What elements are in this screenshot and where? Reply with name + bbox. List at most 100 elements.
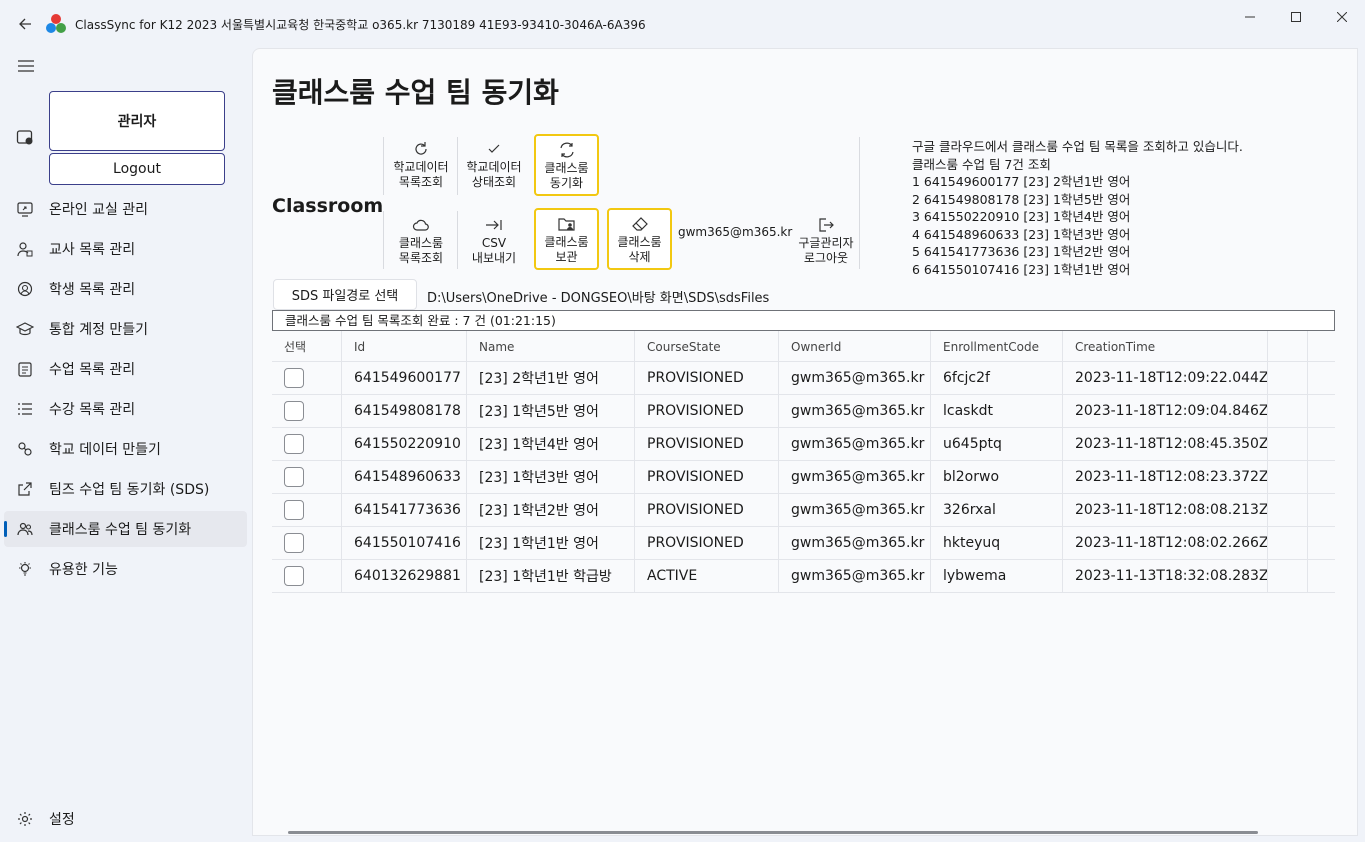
table-row[interactable]: 641550107416 [23] 1학년1반 영어 PROVISIONED g…: [272, 527, 1335, 560]
table-row[interactable]: 641548960633 [23] 1학년3반 영어 PROVISIONED g…: [272, 461, 1335, 494]
row-checkbox[interactable]: [284, 467, 304, 487]
column-header-empty: [1268, 331, 1308, 362]
teacher-icon: [16, 240, 34, 258]
classroom-sync-button[interactable]: 클래스룸 동기화: [534, 134, 599, 196]
school-data-query-button[interactable]: 학교데이터 목록조회: [387, 135, 455, 195]
cell-name: [23] 2학년1반 영어: [467, 362, 635, 394]
nav-item-classes[interactable]: 수업 목록 관리: [4, 351, 247, 387]
account-icon: [16, 128, 36, 148]
maximize-button[interactable]: [1273, 0, 1319, 34]
graduation-cap-icon: [16, 320, 34, 338]
horizontal-scrollbar[interactable]: [288, 831, 1258, 834]
table-row[interactable]: 640132629881 [23] 1학년1반 학급방 ACTIVE gwm36…: [272, 560, 1335, 593]
admin-label: 관리자: [49, 91, 225, 151]
sidebar: 관리자 Logout 온라인 교실 관리 교사 목록 관리 학생 목록 관리 통…: [0, 48, 252, 842]
nav-item-online-class[interactable]: 온라인 교실 관리: [4, 191, 247, 227]
table-row[interactable]: 641541773636 [23] 1학년2반 영어 PROVISIONED g…: [272, 494, 1335, 527]
minimize-icon: [1245, 16, 1255, 18]
column-header-enrollment-code[interactable]: EnrollmentCode: [931, 331, 1063, 362]
cell-course-state: PROVISIONED: [635, 461, 779, 493]
row-checkbox[interactable]: [284, 533, 304, 553]
cell-enrollment-code: lcaskdt: [931, 395, 1063, 427]
school-data-status-button[interactable]: 학교데이터 상태조회: [460, 135, 528, 195]
classroom-archive-button[interactable]: 클래스룸 보관: [534, 208, 599, 270]
google-account-email: gwm365@m365.kr: [678, 225, 793, 239]
back-button[interactable]: [5, 0, 45, 48]
share-icon: [16, 480, 34, 498]
sync-icon: [559, 142, 574, 158]
column-header-select[interactable]: 선택: [272, 331, 342, 362]
column-header-course-state[interactable]: CourseState: [635, 331, 779, 362]
nav-label: 학교 데이터 만들기: [49, 442, 161, 458]
row-checkbox[interactable]: [284, 566, 304, 586]
csv-export-button[interactable]: CSV 내보내기: [460, 211, 528, 271]
nav-item-students[interactable]: 학생 목록 관리: [4, 271, 247, 307]
sds-path-select-button[interactable]: SDS 파일경로 선택: [273, 279, 417, 310]
cell-creation-time: 2023-11-18T12:08:02.266Z: [1063, 527, 1268, 559]
menu-toggle-button[interactable]: [10, 52, 42, 80]
cell-creation-time: 2023-11-18T12:08:08.213Z: [1063, 494, 1268, 526]
title-bar: ClassSync for K12 2023 서울특별시교육청 한국중학교 o3…: [0, 0, 1365, 48]
nav-label: 교사 목록 관리: [49, 242, 136, 258]
maximize-icon: [1291, 12, 1301, 22]
table-row[interactable]: 641550220910 [23] 1학년4반 영어 PROVISIONED g…: [272, 428, 1335, 461]
settings-label: 설정: [49, 812, 75, 828]
refresh-icon: [415, 142, 427, 155]
nav-label: 유용한 기능: [49, 562, 118, 578]
minimize-button[interactable]: [1227, 0, 1273, 34]
cell-name: [23] 1학년1반 영어: [467, 527, 635, 559]
nav-item-enrollments[interactable]: 수강 목록 관리: [4, 391, 247, 427]
classroom-delete-button[interactable]: 클래스룸 삭제: [607, 208, 672, 270]
close-button[interactable]: [1319, 0, 1365, 34]
cell-creation-time: 2023-11-13T18:32:08.283Z: [1063, 560, 1268, 592]
button-label: 학교데이터 상태조회: [466, 160, 522, 189]
nav-list: 온라인 교실 관리 교사 목록 관리 학생 목록 관리 통합 계정 만들기 수업…: [4, 191, 247, 591]
cell-name: [23] 1학년1반 학급방: [467, 560, 635, 592]
column-header-creation-time[interactable]: CreationTime: [1063, 331, 1268, 362]
button-label: 클래스룸 보관: [544, 235, 589, 264]
cell-course-state: PROVISIONED: [635, 527, 779, 559]
section-label: Classroom: [272, 195, 384, 217]
cell-owner-id: gwm365@m365.kr: [779, 428, 931, 460]
column-header-name[interactable]: Name: [467, 331, 635, 362]
classroom-list-button[interactable]: 클래스룸 목록조회: [387, 211, 455, 271]
table-row[interactable]: 641549600177 [23] 2학년1반 영어 PROVISIONED g…: [272, 362, 1335, 395]
app-logo-icon: [45, 13, 67, 35]
cell-course-state: ACTIVE: [635, 560, 779, 592]
cell-name: [23] 1학년5반 영어: [467, 395, 635, 427]
close-icon: [1337, 12, 1347, 22]
settings-item[interactable]: 설정: [4, 801, 247, 837]
cell-name: [23] 1학년3반 영어: [467, 461, 635, 493]
nav-item-classroom-sync[interactable]: 클래스룸 수업 팀 동기화: [4, 511, 247, 547]
nav-item-useful-features[interactable]: 유용한 기능: [4, 551, 247, 587]
cell-enrollment-code: lybwema: [931, 560, 1063, 592]
cell-course-state: PROVISIONED: [635, 494, 779, 526]
nav-item-unified-account[interactable]: 통합 계정 만들기: [4, 311, 247, 347]
button-label: 클래스룸 목록조회: [398, 236, 444, 265]
nav-item-school-data[interactable]: 학교 데이터 만들기: [4, 431, 247, 467]
cell-course-state: PROVISIONED: [635, 362, 779, 394]
sds-path-text: D:\Users\OneDrive - DONGSEO\바탕 화면\SDS\sd…: [427, 291, 770, 306]
button-label: 구글관리자 로그아웃: [798, 236, 854, 265]
column-header-owner-id[interactable]: OwnerId: [779, 331, 931, 362]
window-title: ClassSync for K12 2023 서울특별시교육청 한국중학교 o3…: [75, 17, 646, 32]
cell-course-state: PROVISIONED: [635, 428, 779, 460]
data-icon: [16, 440, 34, 458]
row-checkbox[interactable]: [284, 401, 304, 421]
cell-id: 641548960633: [342, 461, 467, 493]
nav-item-teachers[interactable]: 교사 목록 관리: [4, 231, 247, 267]
table-row[interactable]: 641549808178 [23] 1학년5반 영어 PROVISIONED g…: [272, 395, 1335, 428]
screen-share-icon: [16, 200, 34, 218]
column-header-id[interactable]: Id: [342, 331, 467, 362]
row-checkbox[interactable]: [284, 500, 304, 520]
row-checkbox[interactable]: [284, 368, 304, 388]
cell-name: [23] 1학년4반 영어: [467, 428, 635, 460]
logout-button[interactable]: Logout: [49, 153, 225, 185]
log-output: 구글 클라우드에서 클래스룸 수업 팀 목록을 조회하고 있습니다. 클래스룸 …: [912, 139, 1243, 277]
row-checkbox[interactable]: [284, 434, 304, 454]
nav-item-teams-sds[interactable]: 팀즈 수업 팀 동기화 (SDS): [4, 471, 247, 507]
cell-owner-id: gwm365@m365.kr: [779, 560, 931, 592]
export-arrow-icon: [486, 220, 502, 230]
nav-label: 팀즈 수업 팀 동기화 (SDS): [49, 482, 210, 498]
google-logout-button[interactable]: 구글관리자 로그아웃: [791, 211, 861, 271]
